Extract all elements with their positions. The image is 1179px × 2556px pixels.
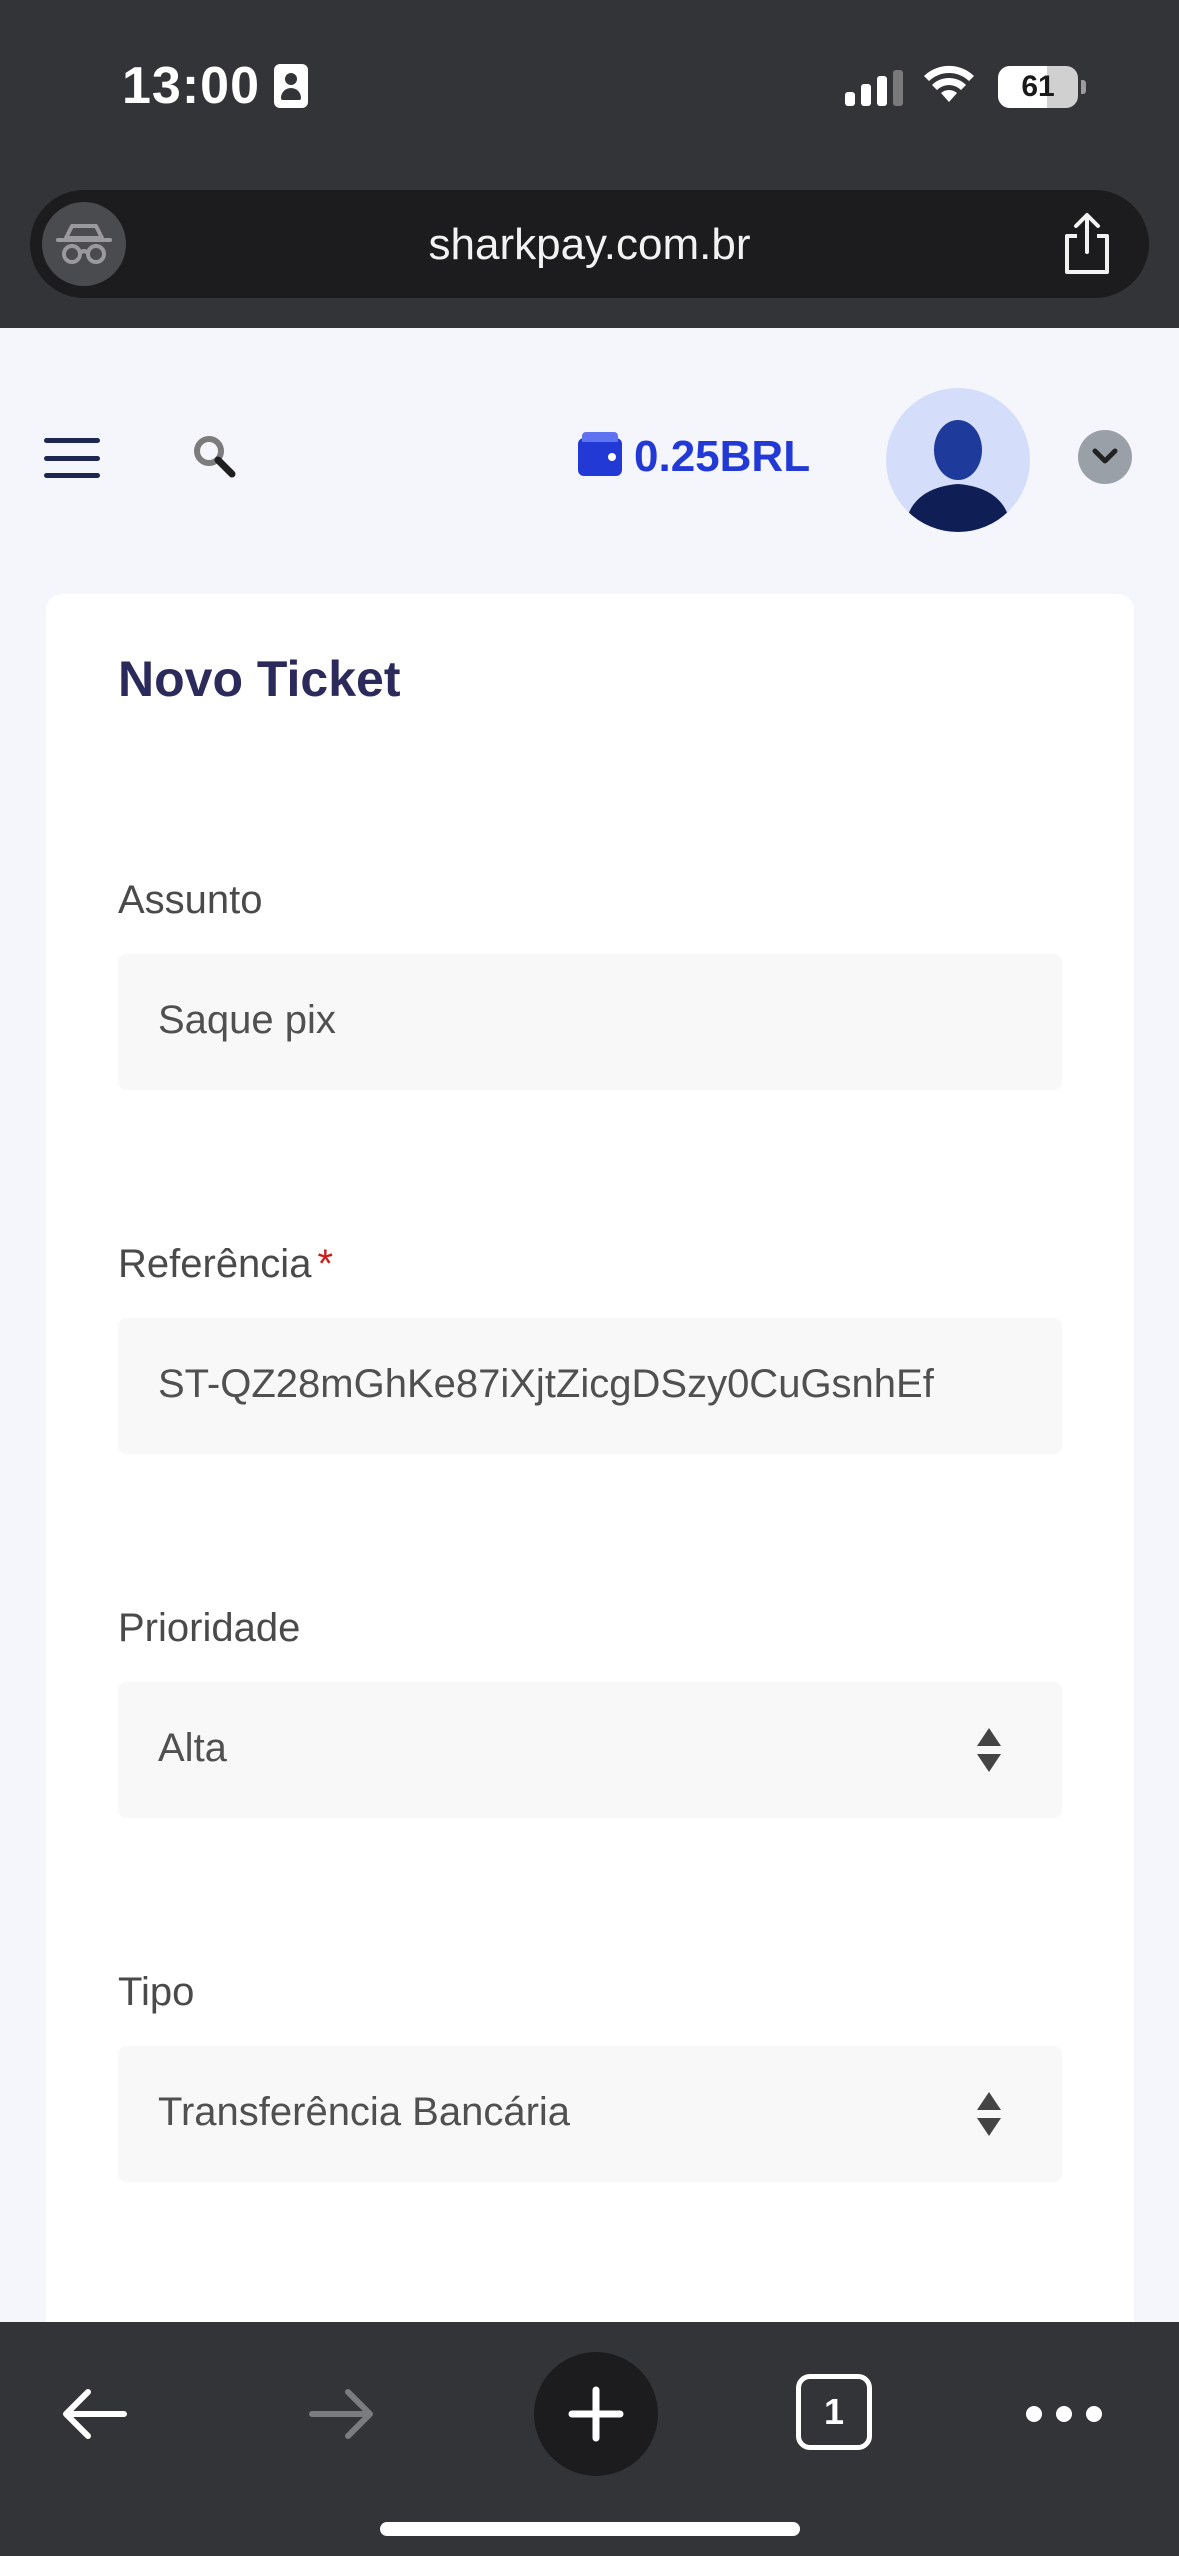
type-label: Tipo (118, 1970, 195, 2014)
type-select[interactable]: Transferência Bancária (118, 2046, 1062, 2182)
required-marker: * (317, 1242, 334, 1286)
forward-button[interactable] (300, 2372, 384, 2456)
status-time: 13:00 (122, 56, 308, 116)
select-arrows-icon (977, 1728, 1001, 1772)
reference-label: Referência * (118, 1242, 333, 1287)
battery-indicator: 61 (998, 66, 1086, 108)
user-silhouette-icon (904, 420, 1012, 532)
browser-chrome: sharkpay.com.br (0, 168, 1179, 328)
wallet-icon (578, 432, 622, 476)
plus-icon (568, 2386, 624, 2442)
priority-label: Prioridade (118, 1606, 301, 1650)
menu-button[interactable] (44, 438, 100, 478)
subject-field[interactable]: Saque pix (118, 954, 1062, 1090)
balance-amount: 0.25BRL (634, 432, 811, 481)
back-button[interactable] (52, 2372, 136, 2456)
browser-toolbar: 1 (0, 2322, 1179, 2556)
tabs-button[interactable]: 1 (796, 2374, 872, 2450)
reference-field[interactable]: ST-QZ28mGhKe87iXjtZicgDSzy0CuGsnhEf (118, 1318, 1062, 1454)
priority-value: Alta (158, 1726, 227, 1770)
page-title: Novo Ticket (118, 651, 401, 707)
clock: 13:00 (122, 57, 260, 115)
share-button[interactable] (1061, 212, 1113, 281)
wifi-icon (924, 65, 974, 102)
priority-select[interactable]: Alta (118, 1682, 1062, 1818)
home-indicator[interactable] (380, 2522, 800, 2536)
search-icon (194, 436, 236, 478)
search-button[interactable] (192, 434, 238, 485)
battery-percent: 61 (1021, 70, 1055, 103)
status-bar: 13:00 61 (0, 0, 1179, 168)
url-text[interactable]: sharkpay.com.br (30, 220, 1149, 270)
reference-label-text: Referência (118, 1242, 312, 1286)
subject-label: Assunto (118, 878, 263, 922)
reference-value: ST-QZ28mGhKe87iXjtZicgDSzy0CuGsnhEf (158, 1362, 934, 1406)
new-ticket-card: Novo Ticket Assunto Saque pix Referência… (46, 594, 1134, 2354)
profile-dropdown-button[interactable] (1078, 430, 1132, 484)
share-icon (1065, 213, 1109, 274)
avatar[interactable] (886, 388, 1030, 532)
new-tab-button[interactable] (534, 2352, 658, 2476)
subject-value: Saque pix (158, 998, 336, 1042)
more-button[interactable] (1020, 2378, 1108, 2450)
dot-icon (1086, 2406, 1102, 2422)
address-bar[interactable]: sharkpay.com.br (30, 190, 1149, 298)
chevron-down-icon (1092, 448, 1118, 464)
wallet-balance[interactable]: 0.25BRL (578, 432, 810, 482)
cellular-signal-icon (845, 70, 903, 106)
arrow-left-icon (63, 2389, 127, 2439)
dot-icon (1026, 2406, 1042, 2422)
type-value: Transferência Bancária (158, 2090, 571, 2134)
dot-icon (1056, 2406, 1072, 2422)
contact-card-icon (274, 64, 308, 108)
select-arrows-icon (977, 2092, 1001, 2136)
arrow-right-icon (309, 2389, 373, 2439)
page-content: 0.25BRL Novo Ticket Assunto Saque pix Re… (0, 328, 1179, 2354)
